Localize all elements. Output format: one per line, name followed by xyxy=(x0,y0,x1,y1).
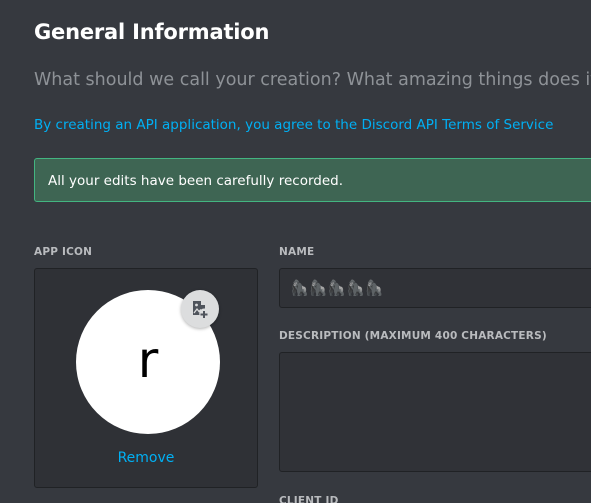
avatar-letter: r xyxy=(137,331,159,389)
page-title: General Information xyxy=(34,20,270,44)
app-icon-uploader: r Remove xyxy=(34,268,258,488)
image-add-icon xyxy=(193,301,208,318)
name-input[interactable]: 🦍🦍🦍🦍🦍 xyxy=(279,268,591,308)
saved-notice: All your edits have been carefully recor… xyxy=(34,158,591,202)
page-subtitle: What should we call your creation? What … xyxy=(34,70,591,90)
upload-image-button[interactable] xyxy=(181,290,219,328)
name-label: NAME xyxy=(279,246,315,258)
terms-of-service-link[interactable]: By creating an API application, you agre… xyxy=(34,117,553,133)
general-information-page: General Information What should we call … xyxy=(0,0,591,503)
description-label: DESCRIPTION (MAXIMUM 400 CHARACTERS) xyxy=(279,330,547,342)
remove-icon-link[interactable]: Remove xyxy=(35,450,257,466)
app-icon-label: APP ICON xyxy=(34,246,93,258)
client-id-label: CLIENT ID xyxy=(279,495,339,503)
description-input[interactable] xyxy=(279,352,591,472)
saved-notice-text: All your edits have been carefully recor… xyxy=(48,173,343,189)
